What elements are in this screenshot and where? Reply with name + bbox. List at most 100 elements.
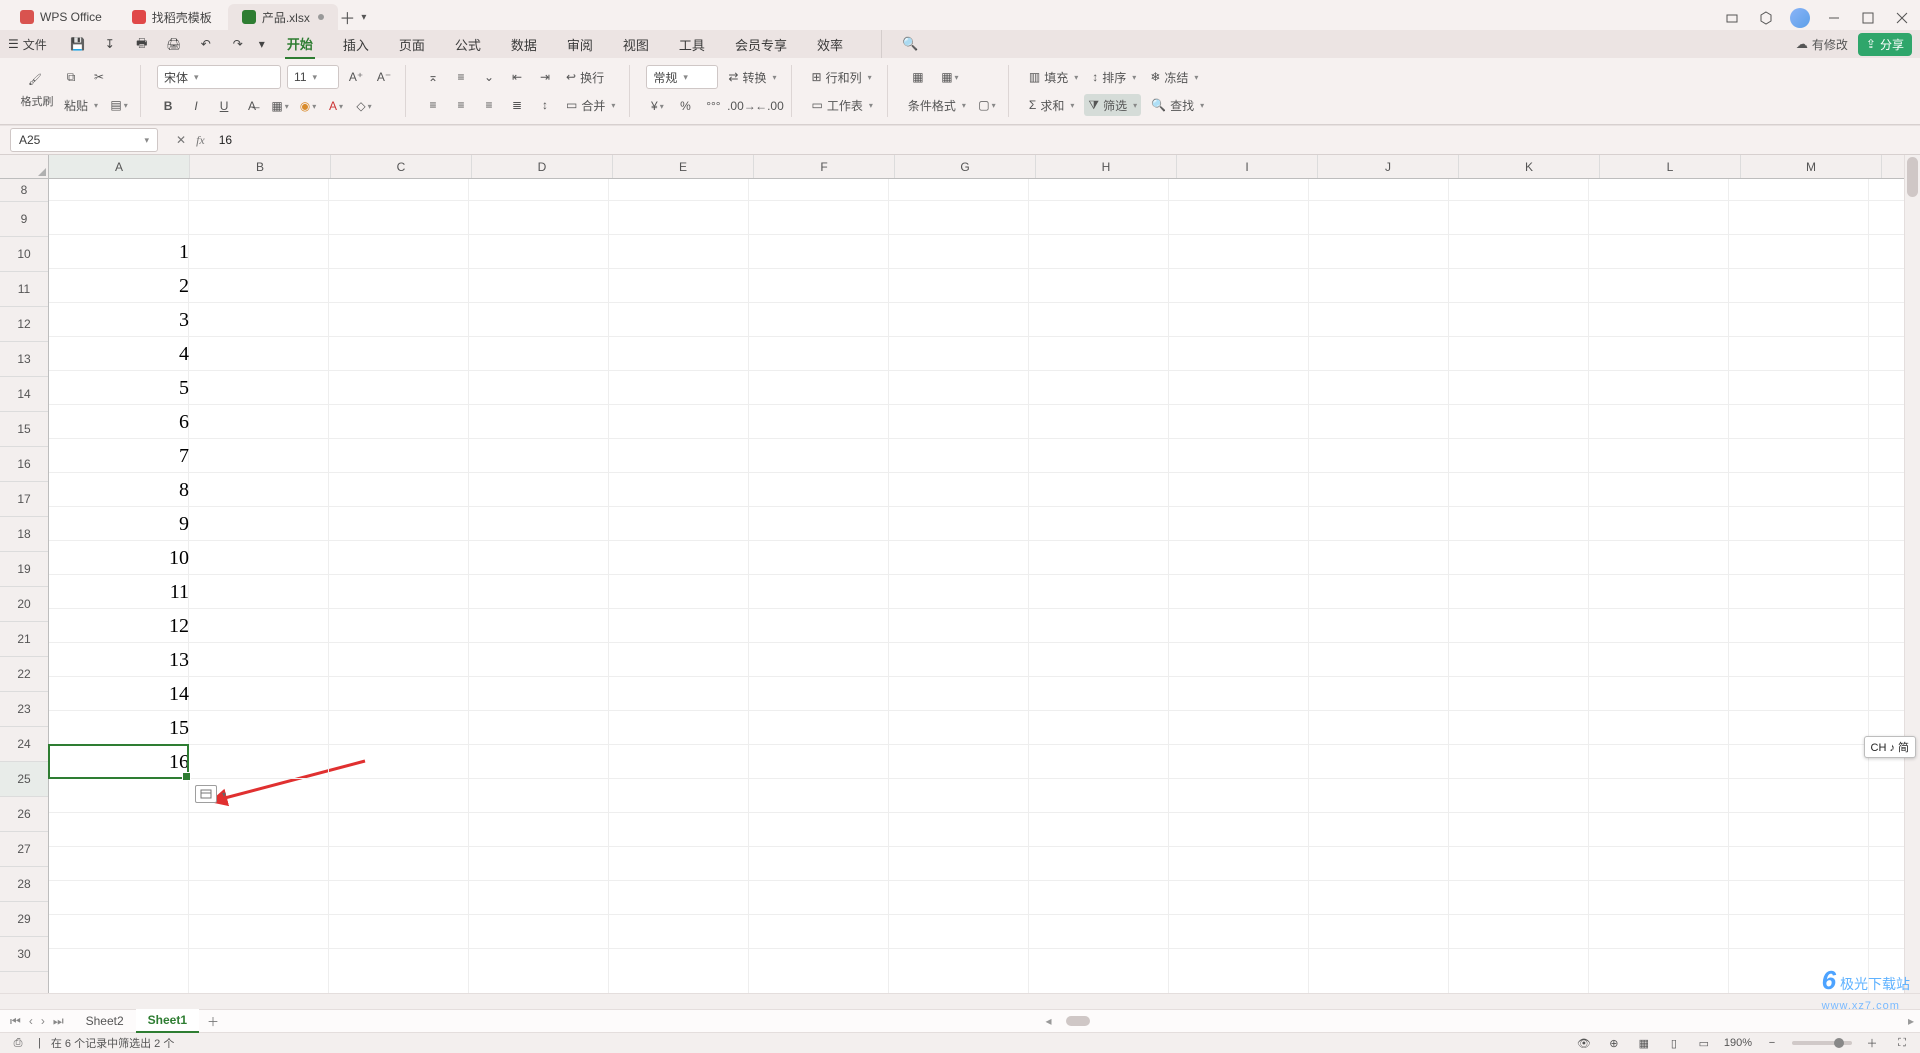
- tab-data[interactable]: 数据: [509, 30, 539, 58]
- rowcol-button[interactable]: ⊞ 行和列▾: [808, 66, 876, 88]
- cell-A18[interactable]: 9: [49, 507, 195, 541]
- autofill-options-icon[interactable]: [195, 785, 217, 803]
- cell-A17[interactable]: 8: [49, 473, 195, 507]
- row-header-27[interactable]: 27: [0, 832, 48, 867]
- decrease-indent-icon[interactable]: ⇤: [506, 66, 528, 88]
- view-break-icon[interactable]: ▭: [1694, 1035, 1714, 1051]
- sum-button[interactable]: Σ 求和▾: [1025, 94, 1078, 116]
- align-left-icon[interactable]: ≡: [422, 94, 444, 116]
- name-box[interactable]: A25 ▾: [10, 128, 158, 152]
- row-header-14[interactable]: 14: [0, 377, 48, 412]
- convert-button[interactable]: ⇄ 转换▾: [724, 66, 780, 88]
- row-header-30[interactable]: 30: [0, 937, 48, 972]
- new-tab-button[interactable]: ＋▾: [340, 4, 366, 30]
- modified-indicator[interactable]: ☁ 有修改: [1796, 36, 1848, 53]
- column-header-K[interactable]: K: [1459, 155, 1600, 178]
- merge-button[interactable]: ▭ 合并▾: [562, 94, 619, 116]
- cell-A12[interactable]: 3: [49, 303, 195, 337]
- print-icon[interactable]: 🖶: [131, 33, 153, 55]
- cell-A13[interactable]: 4: [49, 337, 195, 371]
- align-top-icon[interactable]: ⌅: [422, 66, 444, 88]
- font-name-select[interactable]: 宋体▾: [157, 65, 281, 89]
- filter-button[interactable]: ⧩ 筛选▾: [1084, 94, 1141, 116]
- format-brush-button[interactable]: 🖌格式刷: [20, 67, 54, 115]
- column-header-G[interactable]: G: [895, 155, 1036, 178]
- row-header-22[interactable]: 22: [0, 657, 48, 692]
- percent-icon[interactable]: %: [674, 95, 696, 117]
- select-all-corner[interactable]: [0, 155, 49, 179]
- tab-review[interactable]: 审阅: [565, 30, 595, 58]
- increase-indent-icon[interactable]: ⇥: [534, 66, 556, 88]
- column-header-C[interactable]: C: [331, 155, 472, 178]
- column-header-E[interactable]: E: [613, 155, 754, 178]
- row-header-15[interactable]: 15: [0, 412, 48, 447]
- strikethrough-icon[interactable]: A̶: [241, 95, 263, 117]
- cell-A16[interactable]: 7: [49, 439, 195, 473]
- column-header-H[interactable]: H: [1036, 155, 1177, 178]
- row-header-18[interactable]: 18: [0, 517, 48, 552]
- tab-member[interactable]: 会员专享: [733, 30, 789, 58]
- table-format-icon[interactable]: ▦: [904, 66, 932, 88]
- horizontal-scrollbar[interactable]: ◂ ▸: [227, 1014, 1920, 1028]
- cell-A22[interactable]: 13: [49, 643, 195, 677]
- highlight-icon[interactable]: ◇: [353, 95, 375, 117]
- compact-mode-icon[interactable]: [1720, 6, 1744, 30]
- close-button[interactable]: [1890, 6, 1914, 30]
- align-right-icon[interactable]: ≡: [478, 94, 500, 116]
- tab-page[interactable]: 页面: [397, 30, 427, 58]
- formula-input[interactable]: 16: [219, 133, 232, 147]
- number-format-select[interactable]: 常规▾: [646, 65, 718, 89]
- wrap-button[interactable]: ↩ 换行: [562, 66, 608, 88]
- thousand-sep-icon[interactable]: °°°: [702, 95, 724, 117]
- sheet-next-icon[interactable]: ›: [41, 1014, 45, 1028]
- sheet-first-icon[interactable]: ⏮: [10, 1014, 21, 1029]
- undo-icon[interactable]: ↶: [195, 33, 217, 55]
- decrease-decimal-icon[interactable]: ←.00: [758, 95, 780, 117]
- row-header-20[interactable]: 20: [0, 587, 48, 622]
- tab-view[interactable]: 视图: [621, 30, 651, 58]
- cell-A19[interactable]: 10: [49, 541, 195, 575]
- print-preview-icon[interactable]: 🖨: [163, 33, 185, 55]
- row-header-21[interactable]: 21: [0, 622, 48, 657]
- worksheet-button[interactable]: ▭ 工作表▾: [808, 94, 877, 116]
- sheet-prev-icon[interactable]: ‹: [29, 1014, 33, 1028]
- row-header-19[interactable]: 19: [0, 552, 48, 587]
- row-header-8[interactable]: 8: [0, 179, 48, 202]
- ribbon-search[interactable]: 🔍: [881, 30, 920, 58]
- orientation-icon[interactable]: ↕: [534, 94, 556, 116]
- row-header-26[interactable]: 26: [0, 797, 48, 832]
- font-size-select[interactable]: 11▾: [287, 65, 339, 89]
- fill-color-icon[interactable]: ◉: [297, 95, 319, 117]
- cut-icon[interactable]: ✂: [88, 66, 110, 88]
- file-menu[interactable]: ☰ 文件: [8, 36, 47, 53]
- column-header-F[interactable]: F: [754, 155, 895, 178]
- align-middle-icon[interactable]: ≡: [450, 66, 472, 88]
- bold-icon[interactable]: B: [157, 95, 179, 117]
- column-header-M[interactable]: M: [1741, 155, 1882, 178]
- column-header-J[interactable]: J: [1318, 155, 1459, 178]
- qat-more[interactable]: ▾: [259, 37, 265, 51]
- row-header-24[interactable]: 24: [0, 727, 48, 762]
- align-justify-icon[interactable]: ≣: [506, 94, 528, 116]
- cell-A14[interactable]: 5: [49, 371, 195, 405]
- border-icon[interactable]: ▦: [269, 95, 291, 117]
- row-header-17[interactable]: 17: [0, 482, 48, 517]
- column-header-A[interactable]: A: [49, 155, 190, 178]
- tab-formula[interactable]: 公式: [453, 30, 483, 58]
- underline-icon[interactable]: U: [213, 95, 235, 117]
- app-tab-templates[interactable]: 找稻壳模板: [118, 4, 226, 30]
- cell-A24[interactable]: 15: [49, 711, 195, 745]
- sheet-tab-sheet2[interactable]: Sheet2: [74, 1010, 136, 1032]
- zoom-slider[interactable]: [1792, 1041, 1852, 1045]
- fill-button[interactable]: ▥ 填充▾: [1025, 66, 1082, 88]
- cell-A10[interactable]: 1: [49, 235, 195, 269]
- row-header-29[interactable]: 29: [0, 902, 48, 937]
- minimize-button[interactable]: [1822, 6, 1846, 30]
- row-header-25[interactable]: 25: [0, 762, 48, 797]
- row-header-10[interactable]: 10: [0, 237, 48, 272]
- tab-home[interactable]: 开始: [285, 29, 315, 59]
- decrease-font-icon[interactable]: A⁻: [373, 66, 395, 88]
- find-button[interactable]: 🔍 查找▾: [1147, 94, 1208, 116]
- cube-icon[interactable]: [1754, 6, 1778, 30]
- cell-A21[interactable]: 12: [49, 609, 195, 643]
